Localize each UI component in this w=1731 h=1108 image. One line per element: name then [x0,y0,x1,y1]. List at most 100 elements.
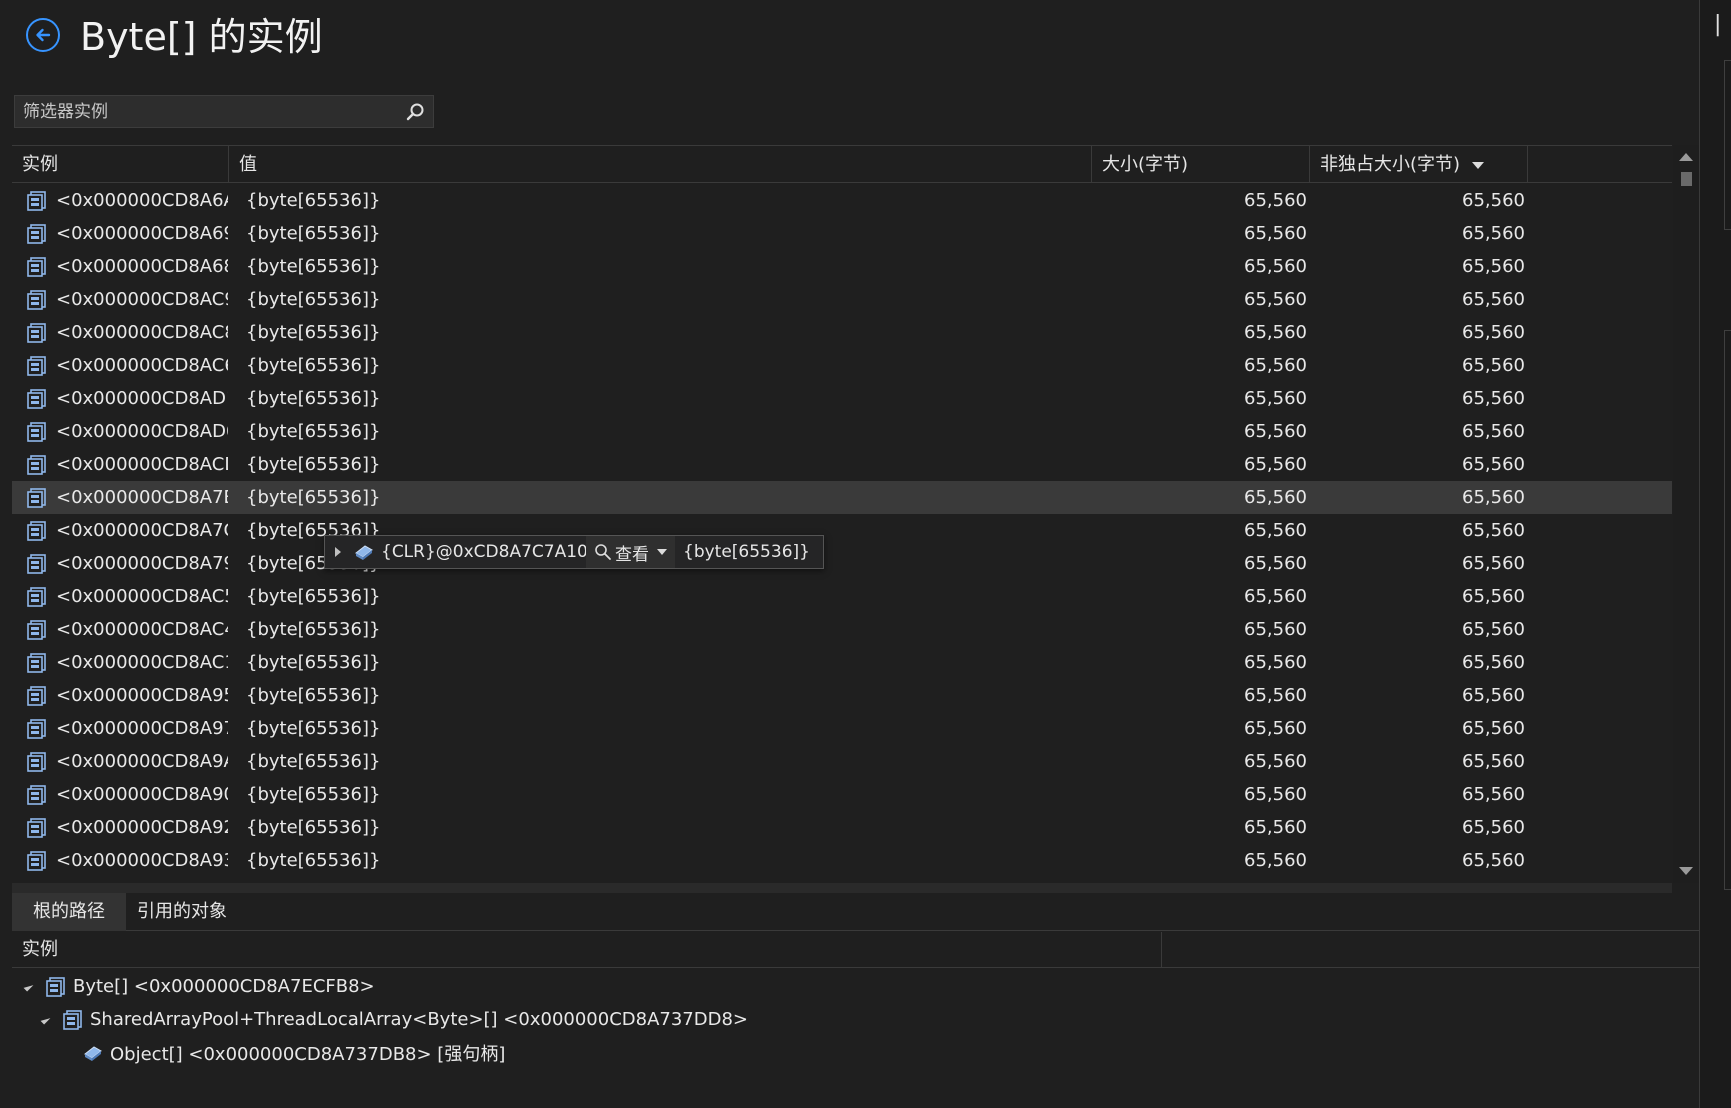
column-header-instance[interactable]: 实例 [12,146,229,183]
array-icon [27,652,46,673]
chevron-down-icon [657,549,667,555]
table-row[interactable]: <0x000000CD8A69 {byte[65536]} 65,560 65,560 [12,217,1672,250]
page-title: Byte[] 的实例 [80,15,323,59]
instance-address: <0x000000CD8A7C [56,520,228,541]
table-row[interactable]: <0x000000CD8AD0 {byte[65536]} 65,560 65,560 [12,415,1672,448]
filter-search-box[interactable] [14,95,434,128]
table-row[interactable]: <0x000000CD8A95 {byte[65536]} 65,560 65,560 [12,679,1672,712]
cell-size: 65,560 [1244,817,1307,838]
view-dropdown-button[interactable]: 查看 [586,536,675,568]
instance-address: <0x000000CD8AC6 [56,355,228,376]
scroll-down-arrow-icon[interactable] [1679,867,1693,875]
table-row[interactable]: <0x000000CD8A93 {byte[65536]} 65,560 65,560 [12,844,1672,877]
cell-value: {byte[65536]} [246,289,381,310]
array-icon [27,355,46,376]
table-row[interactable]: <0x000000CD8AC6 {byte[65536]} 65,560 65,560 [12,349,1672,382]
table-row[interactable]: <0x000000CD8A7E {byte[65536]} 65,560 65,560 [12,481,1672,514]
cell-instance: <0x000000CD8AD1 [26,382,240,415]
cell-size: 65,560 [1244,190,1307,211]
array-icon [27,784,46,805]
tab-paths-to-root[interactable]: 根的路径 [12,893,126,931]
cell-value: {byte[65536]} [246,586,381,607]
table-row[interactable]: <0x000000CD8ACD {byte[65536]} 65,560 65,560 [12,448,1672,481]
cell-value: {byte[65536]} [246,817,381,838]
array-icon [27,817,46,838]
table-row[interactable]: <0x000000CD8AC4 {byte[65536]} 65,560 65,560 [12,613,1672,646]
array-icon [27,751,46,772]
table-row[interactable]: <0x000000CD8A9A {byte[65536]} 65,560 65,560 [12,745,1672,778]
cell-size: 65,560 [1244,421,1307,442]
table-row[interactable]: <0x000000CD8A68 {byte[65536]} 65,560 65,560 [12,250,1672,283]
cell-retained-size: 65,560 [1462,553,1525,574]
column-header-instance-bottom[interactable]: 实例 [12,932,1162,968]
column-header-empty [1162,932,1699,968]
cell-retained-size: 65,560 [1462,388,1525,409]
scrollbar-thumb[interactable] [1681,172,1692,186]
array-icon [27,454,46,475]
side-panel-frame [1724,330,1731,890]
instance-address: <0x000000CD8A68 [56,256,228,277]
cell-retained-size: 65,560 [1462,817,1525,838]
cell-instance: <0x000000CD8A7C [26,514,240,547]
cell-instance: <0x000000CD8A79 [26,547,240,580]
table-row[interactable]: <0x000000CD8AC8 {byte[65536]} 65,560 65,560 [12,316,1672,349]
object-icon [355,545,373,560]
column-header-retained-size[interactable]: 非独占大小(字节) [1310,146,1528,183]
instance-address: <0x000000CD8AC4 [56,619,228,640]
instance-address: <0x000000CD8A7E [56,487,228,508]
collapse-arrow-icon[interactable] [40,1014,51,1025]
table-row[interactable]: <0x000000CD8A90 {byte[65536]} 65,560 65,560 [12,778,1672,811]
array-icon [27,256,46,277]
bottom-tab-strip: 根的路径 引用的对象 [12,893,1699,931]
back-button[interactable] [26,18,60,52]
cell-instance: <0x000000CD8A92 [26,811,240,844]
column-header-instance-label: 实例 [22,154,58,175]
cell-retained-size: 65,560 [1462,256,1525,277]
object-icon [84,1045,102,1061]
cell-instance: <0x000000CD8AD0 [26,415,240,448]
tree-node-byte-array[interactable]: Byte[] <0x000000CD8A7ECFB8> [12,970,1699,1003]
datatip-address: {CLR}@0xCD8A7C7A10 [381,542,588,562]
vertical-scrollbar[interactable] [1673,145,1699,883]
cell-value: {byte[65536]} [246,190,381,211]
instance-address: <0x000000CD8AC5 [56,586,228,607]
tree-node-object-array[interactable]: Object[] <0x000000CD8A737DB8> [强句柄] [12,1036,1699,1069]
cell-size: 65,560 [1244,388,1307,409]
table-row[interactable]: <0x000000CD8A79 {byte[65536]} 65,560 65,560 [12,547,1672,580]
cell-instance: <0x000000CD8A69 [26,217,240,250]
table-row[interactable]: <0x000000CD8AC9 {byte[65536]} 65,560 65,560 [12,283,1672,316]
instances-table: 实例 值 大小(字节) 非独占大小(字节) <0x000000CD8A6A {by… [12,145,1672,883]
scroll-up-arrow-icon[interactable] [1679,153,1693,161]
tree-node-shared-array-pool[interactable]: SharedArrayPool+ThreadLocalArray<Byte>[]… [12,1003,1699,1036]
table-row[interactable]: <0x000000CD8AC5 {byte[65536]} 65,560 65,560 [12,580,1672,613]
instance-address: <0x000000CD8A93 [56,850,228,871]
expand-arrow-icon[interactable] [335,547,341,557]
table-row[interactable]: <0x000000CD8AC1 {byte[65536]} 65,560 65,560 [12,646,1672,679]
collapse-arrow-icon[interactable] [23,981,34,992]
array-icon [27,553,46,574]
instance-address: <0x000000CD8AD0 [56,421,228,442]
cell-size: 65,560 [1244,256,1307,277]
array-icon [27,388,46,409]
table-row[interactable]: <0x000000CD8AD1 {byte[65536]} 65,560 65,560 [12,382,1672,415]
cell-value: {byte[65536]} [246,685,381,706]
table-row[interactable]: <0x000000CD8A7C {byte[65536]} 65,560 65,560 [12,514,1672,547]
table-row[interactable]: <0x000000CD8A92 {byte[65536]} 65,560 65,560 [12,811,1672,844]
filter-input[interactable] [15,96,401,127]
column-header-size[interactable]: 大小(字节) [1092,146,1310,183]
cell-instance: <0x000000CD8A7E [26,481,240,514]
cell-retained-size: 65,560 [1462,718,1525,739]
table-row[interactable]: <0x000000CD8A6A {byte[65536]} 65,560 65,560 [12,184,1672,217]
cell-instance: <0x000000CD8A95 [26,679,240,712]
cell-instance: <0x000000CD8A68 [26,250,240,283]
cell-value: {byte[65536]} [246,256,381,277]
horizontal-scrollbar[interactable] [12,883,1672,893]
column-header-value[interactable]: 值 [229,146,1092,183]
search-icon[interactable] [405,102,425,122]
tab-referenced-objects[interactable]: 引用的对象 [116,893,248,931]
cell-retained-size: 65,560 [1462,520,1525,541]
cell-retained-size: 65,560 [1462,190,1525,211]
cell-value: {byte[65536]} [246,388,381,409]
table-row[interactable]: <0x000000CD8A97 {byte[65536]} 65,560 65,560 [12,712,1672,745]
array-icon [27,718,46,739]
